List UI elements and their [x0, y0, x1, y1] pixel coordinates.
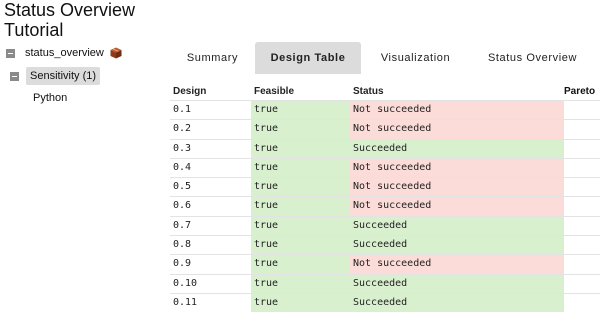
status-cell: Not succeeded [350, 255, 564, 274]
pareto-cell [564, 178, 600, 196]
design-cell: 0.9 [173, 258, 192, 270]
page-title-line-2: Tutorial [4, 20, 64, 40]
design-cell: 0.8 [173, 239, 192, 251]
tab-bar: Summary Design Table Visualization Statu… [170, 42, 600, 74]
table-row[interactable]: 0.11 true Succeeded [170, 292, 600, 313]
tab-design-table[interactable]: Design Table [255, 42, 361, 74]
design-cell: 0.1 [173, 104, 192, 115]
design-cell: 0.6 [173, 200, 192, 212]
table-header: Design Feasible Status Pareto [170, 86, 600, 100]
pareto-cell [564, 197, 600, 215]
column-header-pareto[interactable]: Pareto [564, 86, 600, 100]
design-cell: 0.3 [173, 142, 192, 154]
collapse-toggle-icon[interactable] [6, 48, 15, 58]
tab-summary[interactable]: Summary [170, 42, 255, 74]
status-cell: Not succeeded [350, 158, 564, 178]
pareto-cell [564, 159, 600, 177]
feasible-cell: true [251, 120, 350, 139]
design-cell: 0.2 [173, 123, 192, 135]
design-cell: 0.11 [173, 296, 198, 308]
table-row[interactable]: 0.1 true Not succeeded [170, 100, 600, 120]
table-row[interactable]: 0.8 true Succeeded [170, 235, 600, 255]
collapse-toggle-icon[interactable] [10, 71, 19, 81]
design-cell: 0.4 [173, 161, 192, 173]
tab-status-overview[interactable]: Status Overview [470, 42, 595, 74]
table-row[interactable]: 0.3 true Succeeded [170, 138, 600, 158]
design-cell: 0.7 [173, 219, 192, 231]
status-cell: Not succeeded [350, 101, 564, 120]
pareto-cell [564, 140, 600, 158]
table-row[interactable]: 0.5 true Not succeeded [170, 177, 600, 197]
status-cell: Succeeded [350, 293, 564, 313]
table-row[interactable]: 0.2 true Not succeeded [170, 119, 600, 139]
tree-item-label: status_overview [25, 47, 104, 59]
pareto-cell [564, 255, 600, 273]
tree-item-python[interactable]: Python [33, 92, 166, 108]
pareto-cell [564, 217, 600, 235]
feasible-cell: true [251, 255, 350, 274]
page-title-line-1: Status Overview [4, 0, 136, 20]
pareto-cell [564, 236, 600, 254]
feasible-cell: true [251, 101, 350, 120]
column-header-status[interactable]: Status [350, 86, 564, 100]
pareto-cell [564, 294, 600, 312]
package-icon [110, 47, 122, 59]
tree-item-label: Sensitivity (1) [26, 67, 101, 85]
status-cell: Not succeeded [350, 178, 564, 197]
project-tree: status_overview Sensitivity (1) Python [6, 44, 166, 108]
design-table: Design Feasible Status Pareto 0.1 true Not… [170, 86, 600, 313]
status-cell: Not succeeded [350, 120, 564, 139]
table-body: 0.1 true Not succeeded 0.2 true Not succeeded… [170, 100, 600, 313]
design-cell: 0.5 [173, 181, 192, 193]
status-cell: Succeeded [350, 139, 564, 158]
feasible-cell: true [251, 293, 350, 313]
feasible-cell: true [251, 216, 350, 236]
design-cell: 0.10 [173, 277, 198, 289]
pareto-cell [564, 275, 600, 293]
feasible-cell: true [251, 139, 350, 158]
page-title: Status Overview Tutorial [4, 0, 135, 40]
feasible-cell: true [251, 274, 350, 293]
column-header-feasible[interactable]: Feasible [251, 86, 350, 100]
table-row[interactable]: 0.9 true Not succeeded [170, 254, 600, 274]
status-cell: Succeeded [350, 216, 564, 236]
tree-item-sensitivity[interactable]: Sensitivity (1) [6, 66, 166, 86]
feasible-cell: true [251, 236, 350, 255]
feasible-cell: true [251, 158, 350, 178]
table-row[interactable]: 0.6 true Not succeeded [170, 196, 600, 216]
feasible-cell: true [251, 178, 350, 197]
status-cell: Succeeded [350, 236, 564, 255]
status-cell: Succeeded [350, 274, 564, 293]
table-row[interactable]: 0.4 true Not succeeded [170, 157, 600, 178]
table-row[interactable]: 0.7 true Succeeded [170, 215, 600, 236]
status-cell: Not succeeded [350, 197, 564, 216]
tree-item-status-overview[interactable]: status_overview [6, 44, 166, 62]
pareto-cell [564, 120, 600, 138]
table-row[interactable]: 0.10 true Succeeded [170, 273, 600, 293]
feasible-cell: true [251, 197, 350, 216]
tab-visualization[interactable]: Visualization [361, 42, 470, 74]
pareto-cell [564, 101, 600, 119]
column-header-design[interactable]: Design [170, 86, 251, 100]
